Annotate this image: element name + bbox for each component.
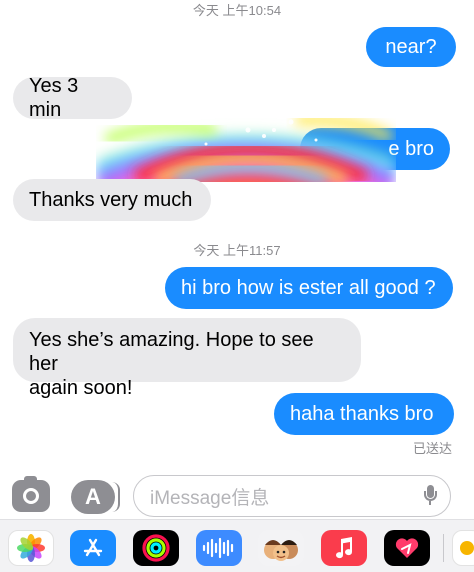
message-input-placeholder: iMessage信息 [150,487,270,509]
message-text: Yes 3 min [29,75,79,121]
message-bubble-incoming[interactable]: Yes 3 min [13,75,132,121]
camera-icon [23,488,39,504]
message-text-line: Yes she’s amazing. Hope to see her [29,329,314,375]
message-text: Thanks very much [29,189,193,211]
digital-touch-icon[interactable] [384,530,430,566]
app-store-icon[interactable] [70,530,116,566]
timestamp: 今天 上午10:54 [192,3,282,18]
message-bubble-outgoing[interactable]: hi bro how is ester all good ? [165,267,453,309]
message-input[interactable]: iMessage信息 [133,475,451,517]
message-text: hi bro how is ester all good ? [181,277,436,299]
message-bubble-outgoing[interactable]: haha thanks bro [274,393,454,435]
memoji-icon[interactable] [258,530,304,566]
audio-message-icon[interactable] [196,530,242,566]
message-bubble-incoming[interactable]: Thanks very much [13,179,211,221]
app-store-icon: A [85,484,101,509]
message-text: e bro [388,138,434,160]
microphone-icon[interactable] [424,485,437,505]
timestamp: 今天 上午11:57 [193,243,281,258]
camera-button[interactable] [12,476,50,512]
music-icon[interactable] [321,530,367,566]
message-text: near? [385,36,437,58]
imessage-app-drawer [0,519,474,572]
message-bubble-incoming[interactable]: Yes she’s amazing. Hope to see her again… [13,318,361,399]
message-bubble-outgoing[interactable]: near? [366,27,456,67]
more-apps-icon[interactable] [452,530,474,566]
photos-icon[interactable] [8,530,54,566]
app-drawer-button[interactable]: A [71,480,120,514]
activity-icon[interactable] [133,530,179,566]
message-bubble-outgoing[interactable]: e bro [300,128,450,170]
delivered-status: 已送达 [412,441,452,456]
drawer-divider [443,534,444,562]
message-text: haha thanks bro [290,403,434,425]
